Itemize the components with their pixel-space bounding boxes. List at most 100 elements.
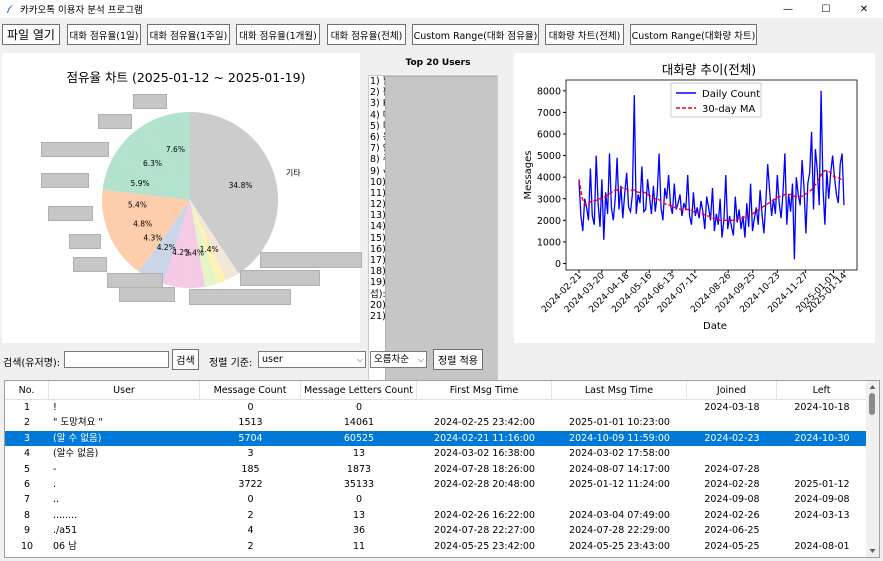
table-cell: 3722	[238, 479, 263, 490]
sort-key-value: user	[262, 354, 283, 365]
table-cell: 2024-02-26 16:22:00	[434, 509, 535, 521]
table-cell: ..	[53, 494, 60, 506]
share-1week-button[interactable]: 대화 점유율(1주일)	[147, 24, 230, 45]
line-chart: 대화량 추이(전체) 0 1000 2000 3000 4000 5000 6000 7000…	[523, 62, 858, 332]
close-icon: ✕	[859, 3, 869, 15]
chevron-down-icon: ⌵	[417, 355, 424, 364]
close-button[interactable]: ✕	[845, 0, 883, 18]
column-header[interactable]: No.	[5, 381, 49, 400]
apply-sort-button[interactable]: 정렬 적용	[433, 349, 483, 370]
top20-list[interactable]: 1) 할 2) 팝 3) Ka 4) 대 5) 미 6) 용 7) 안 8) 쥬 9) √폭 10…	[368, 75, 498, 389]
table-row[interactable]: 11154069582024-07-20 14:23:002024-12-21 …	[5, 554, 867, 557]
table-cell: 2024-03-18	[687, 554, 777, 557]
table-row[interactable]: 9 ./a51 4 36 2024-07-28 22:27:00 2024-07-28 2…	[5, 523, 867, 538]
table-cell: .	[53, 479, 57, 490]
table-row[interactable]: 5 - 185 1873 2024-07-28 18:26:00 2024-08-07 1…	[5, 462, 867, 477]
column-header[interactable]: First Msg Time	[417, 381, 552, 400]
table-cell: 1873	[346, 463, 372, 475]
table-cell: 2024-05-25 23:42:00	[434, 540, 535, 552]
table-cell: 5	[23, 463, 31, 475]
share-1month-button[interactable]: 대화 점유율(1개월)	[236, 24, 320, 45]
table-cell: 540	[200, 554, 301, 557]
table-cell: ./a51	[53, 525, 78, 537]
pie-chart: 점유율 차트 (2025-01-12 ~ 2025-01-19) 기타 34.8%…	[67, 70, 305, 288]
table-cell: 2025-01-12 11:24:00	[569, 479, 670, 490]
table-cell: (알수 없음)	[53, 448, 99, 460]
table-row[interactable]: 3 (알 수 없음) 5704 60525 2024-02-21 11:16:00 202…	[5, 430, 867, 447]
table-cell: 0	[247, 402, 254, 413]
sort-order-select[interactable]: 오름차순 ⌵	[370, 351, 427, 368]
redacted-label	[41, 142, 109, 157]
table-cell: 2024-03-02 16:38:00	[434, 448, 535, 460]
pie-outer-label: 기타	[286, 168, 301, 177]
table-cell: 0	[247, 494, 254, 506]
y-tick-label: 6000	[537, 129, 561, 140]
table-cell: 2024-10-30	[794, 432, 850, 444]
table-row[interactable]: 4 (알수 없음) 3 13 2024-03-02 16:38:00 2024-03-02…	[5, 446, 867, 461]
table-cell	[777, 462, 867, 477]
table-cell: " 도망쳐요 "	[53, 417, 103, 429]
table-cell	[417, 400, 552, 415]
column-header[interactable]: Message Letters Count	[301, 381, 417, 400]
custom-volume-button[interactable]: Custom Range(대화량 차트)	[630, 24, 757, 45]
y-tick-label: 1000	[537, 237, 561, 248]
table-cell: 2024-10-09 11:59:00	[569, 432, 670, 444]
redacted-label	[133, 94, 167, 109]
table-cell: 2024-02-28 20:48:00	[434, 479, 535, 490]
legend-30day-ma: 30-day MA	[702, 104, 756, 115]
column-header[interactable]: Joined	[687, 381, 777, 400]
window-title: 카카오톡 이용자 분석 프로그램	[20, 5, 143, 16]
table-cell: 3	[247, 448, 254, 460]
table-row[interactable]: 6. 3722 35133 2024-02-28 20:48:00 2025-01-12…	[5, 477, 867, 492]
table-cell	[552, 400, 687, 415]
column-header[interactable]: Message Count	[200, 381, 301, 400]
line-chart-panel: 대화량 추이(전체) 0 1000 2000 3000 4000 5000 6000 7000…	[514, 53, 875, 343]
y-tick-label: 2000	[537, 216, 561, 227]
pie-pct-label: 5.9%	[131, 179, 150, 188]
scroll-thumb[interactable]	[869, 393, 875, 415]
y-tick-label: 7000	[537, 108, 561, 119]
share-1day-button[interactable]: 대화 점유율(1일)	[67, 24, 141, 45]
table-cell	[777, 554, 867, 557]
table-row[interactable]: 8........ 2 13 2024-02-26 16:22:00 2024-03-0…	[5, 508, 867, 523]
table-cell	[552, 492, 687, 507]
pie-pct-label: 4.3%	[143, 234, 162, 243]
top20-panel: Top 20 Users 1) 할 2) 팝 3) Ka 4) 대 5) 미 6) 용 7)…	[366, 53, 510, 389]
table-cell: 2	[23, 417, 31, 429]
user-table: No. User Message Count Message Letters Coun…	[4, 380, 880, 558]
sort-key-select[interactable]: user ⌵	[258, 351, 366, 368]
vertical-scrollbar[interactable]	[866, 381, 879, 557]
redacted-label	[189, 289, 291, 305]
table-cell: 2024-08-07 14:17:00	[569, 463, 670, 475]
table-cell: 35133	[343, 479, 375, 490]
x-axis-label: Date	[703, 321, 727, 332]
feather-icon	[7, 5, 13, 13]
table-cell: -	[53, 463, 57, 475]
maximize-button[interactable]: ☐	[807, 0, 845, 18]
table-cell: 1	[49, 554, 200, 557]
table-cell: 2024-10-18	[794, 402, 850, 413]
table-cell: 2024-02-28	[704, 479, 760, 490]
table-row[interactable]: 1! 0 0 2024-03-18 2024-10-18	[5, 400, 867, 415]
redacted-label	[260, 252, 362, 268]
table-row[interactable]: 2 " 도망쳐요 " 1513 14061 2024-02-25 23:42:00 202…	[5, 415, 867, 430]
search-button[interactable]: 검색	[172, 349, 199, 370]
share-all-button[interactable]: 대화 점유율(전체)	[327, 24, 406, 45]
table-cell	[417, 492, 552, 507]
column-header[interactable]: Left	[777, 381, 867, 400]
scroll-up-icon	[869, 385, 876, 389]
minimize-button[interactable]: —	[769, 0, 807, 18]
open-file-button[interactable]: 파일 열기	[2, 24, 60, 45]
table-row[interactable]: 10 06 남 2 11 2024-05-25 23:42:00 2024-05-25 2…	[5, 539, 867, 554]
table-row[interactable]: 7.. 0 0 2024-09-08 2024-09-08	[5, 492, 867, 507]
scroll-down-icon	[869, 549, 876, 553]
column-header[interactable]: Last Msg Time	[552, 381, 687, 400]
sort-label: 정렬 기준:	[209, 358, 253, 369]
custom-share-button[interactable]: Custom Range(대화 점유율)	[412, 24, 539, 45]
search-input[interactable]	[64, 351, 169, 368]
redacted-label	[69, 234, 101, 249]
volume-all-button[interactable]: 대화량 차트(전체)	[545, 24, 624, 45]
table-cell: 2024-03-18	[704, 402, 760, 413]
column-header[interactable]: User	[49, 381, 200, 400]
pie-pct-label: 1.4%	[200, 245, 219, 254]
